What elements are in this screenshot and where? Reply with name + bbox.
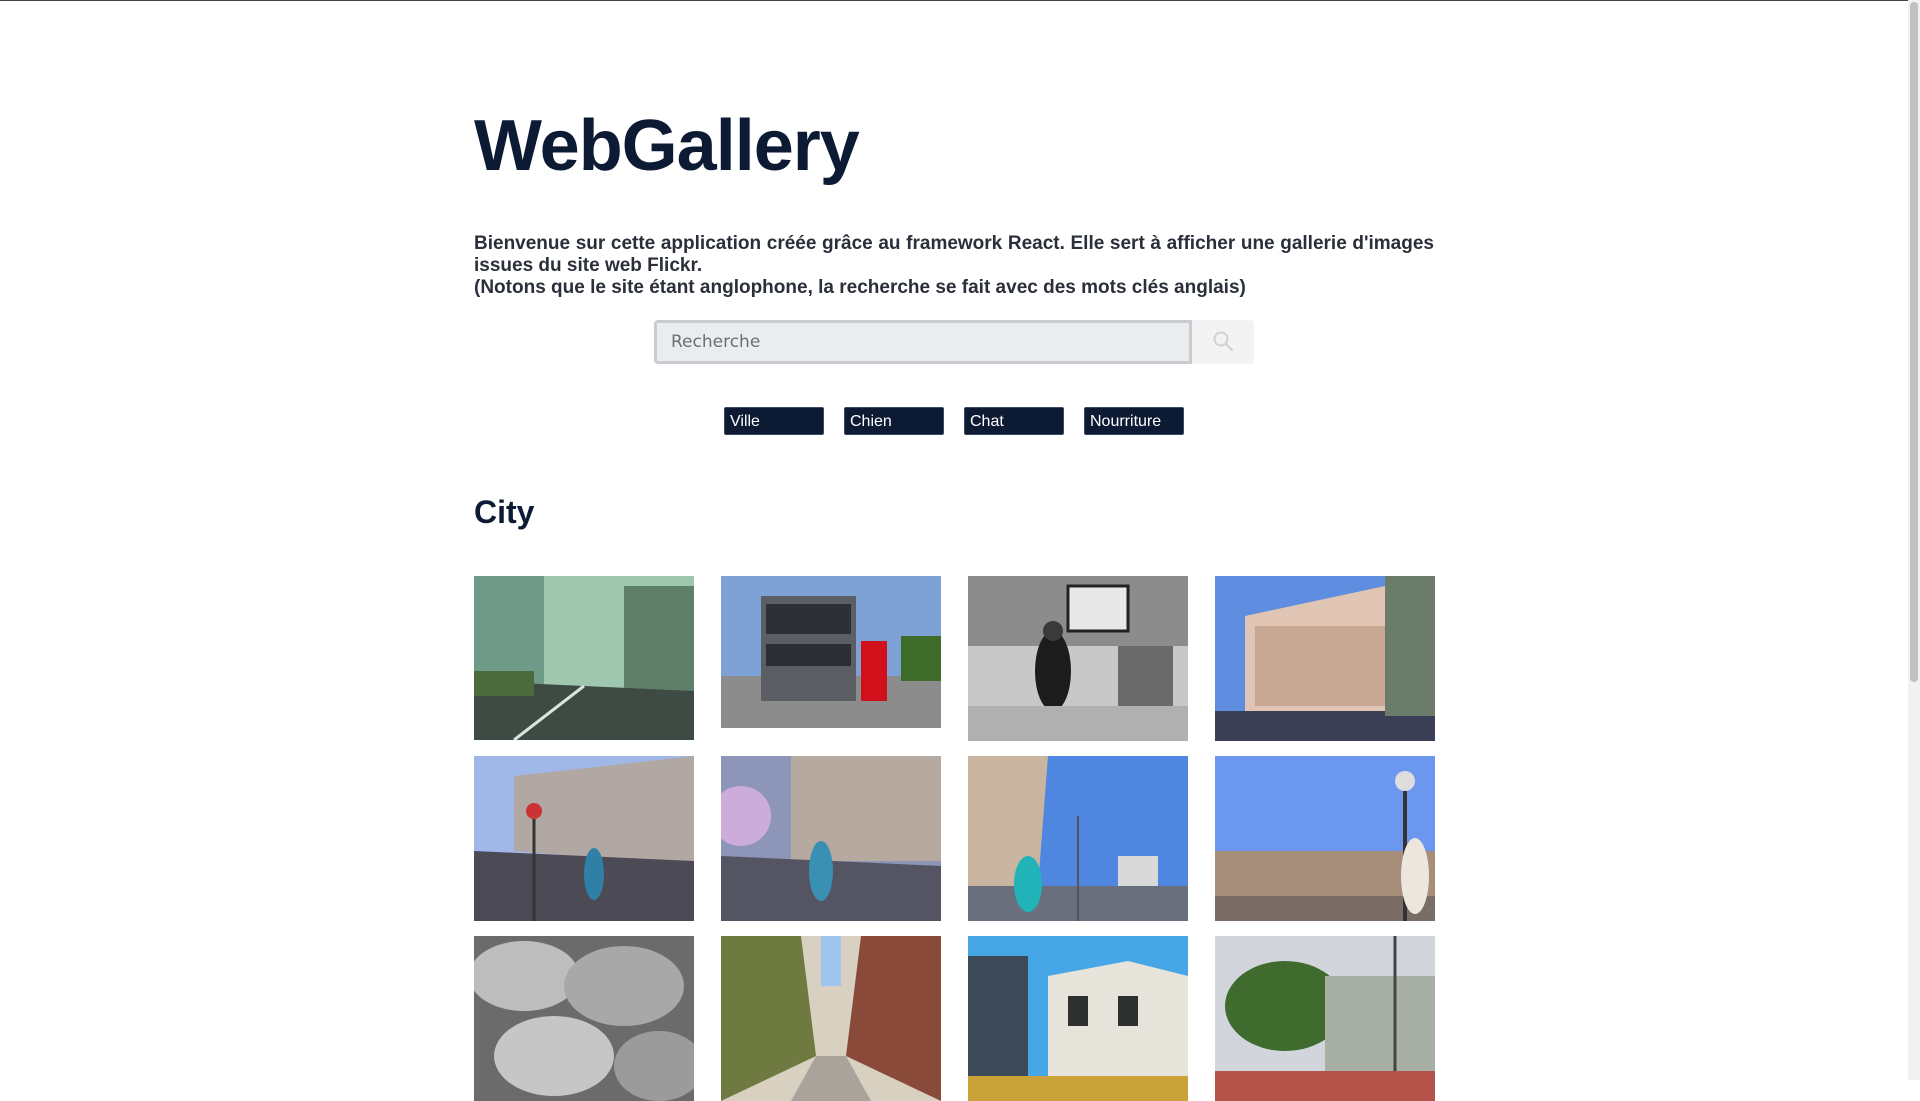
photo-thumbnail[interactable]: [474, 936, 694, 1101]
intro-line-1: Bienvenue sur cette application créée gr…: [474, 233, 1434, 276]
photo-thumbnail[interactable]: [721, 756, 941, 921]
tag-buttons: Ville Chien Chat Nourriture: [724, 407, 1184, 435]
photo-thumbnail[interactable]: [474, 576, 694, 740]
photo-thumbnail[interactable]: [1215, 936, 1435, 1101]
tag-button-chat[interactable]: Chat: [964, 407, 1064, 435]
photo-thumbnail[interactable]: [721, 936, 941, 1101]
window-top-border: [0, 0, 1920, 1]
tag-button-chien[interactable]: Chien: [844, 407, 944, 435]
photo-thumbnail[interactable]: [474, 756, 694, 921]
search-bar: [654, 320, 1254, 364]
photo-thumbnail[interactable]: [1215, 756, 1435, 921]
photo-thumbnail[interactable]: [721, 576, 941, 728]
tag-button-nourriture[interactable]: Nourriture: [1084, 407, 1184, 435]
search-input[interactable]: [654, 320, 1192, 364]
photo-thumbnail[interactable]: [968, 576, 1188, 741]
photo-thumbnail[interactable]: [1215, 576, 1435, 741]
photo-thumbnail[interactable]: [968, 936, 1188, 1101]
photo-thumbnail[interactable]: [968, 756, 1188, 921]
section-title: City: [474, 494, 535, 530]
tag-button-ville[interactable]: Ville: [724, 407, 824, 435]
page-title: WebGallery: [474, 106, 860, 186]
intro-line-2: (Notons que le site étant anglophone, la…: [474, 277, 1246, 298]
scrollbar-thumb[interactable]: [1910, 2, 1918, 682]
search-icon: [1212, 330, 1234, 355]
intro-text: Bienvenue sur cette application créée gr…: [474, 233, 1434, 299]
search-button[interactable]: [1192, 320, 1254, 364]
vertical-scrollbar[interactable]: [1908, 0, 1920, 1080]
